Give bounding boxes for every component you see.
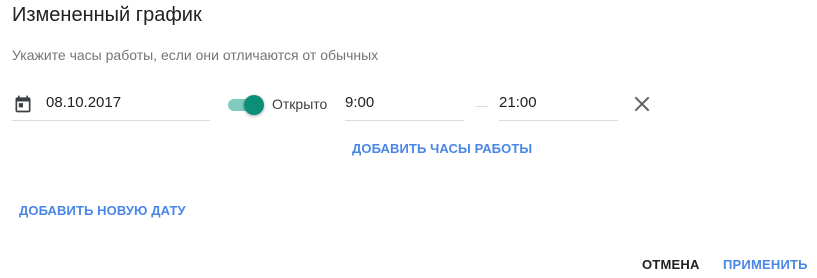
open-time-field[interactable] bbox=[345, 86, 464, 121]
schedule-row: Открыто bbox=[0, 86, 817, 126]
open-toggle[interactable] bbox=[226, 95, 264, 115]
dialog-subtitle: Укажите часы работы, если они отличаются… bbox=[12, 47, 379, 63]
dialog-title: Измененный график bbox=[12, 4, 202, 26]
cancel-button[interactable]: ОТМЕНА bbox=[642, 257, 700, 273]
add-date-link[interactable]: ДОБАВИТЬ НОВУЮ ДАТУ bbox=[19, 203, 186, 219]
close-time-input[interactable] bbox=[499, 86, 618, 120]
special-hours-dialog: Измененный график Укажите часы работы, е… bbox=[0, 0, 817, 278]
close-icon[interactable] bbox=[632, 94, 652, 114]
open-time-input[interactable] bbox=[345, 86, 464, 120]
open-toggle-label: Открыто bbox=[272, 96, 328, 112]
close-time-field[interactable] bbox=[499, 86, 618, 121]
apply-button[interactable]: ПРИМЕНИТЬ bbox=[723, 257, 808, 273]
calendar-icon[interactable] bbox=[13, 94, 33, 114]
add-hours-link[interactable]: ДОБАВИТЬ ЧАСЫ РАБОТЫ bbox=[352, 141, 532, 157]
date-field[interactable] bbox=[12, 86, 210, 121]
date-input[interactable] bbox=[12, 86, 210, 120]
time-range-separator bbox=[476, 106, 488, 107]
toggle-thumb bbox=[244, 95, 264, 115]
